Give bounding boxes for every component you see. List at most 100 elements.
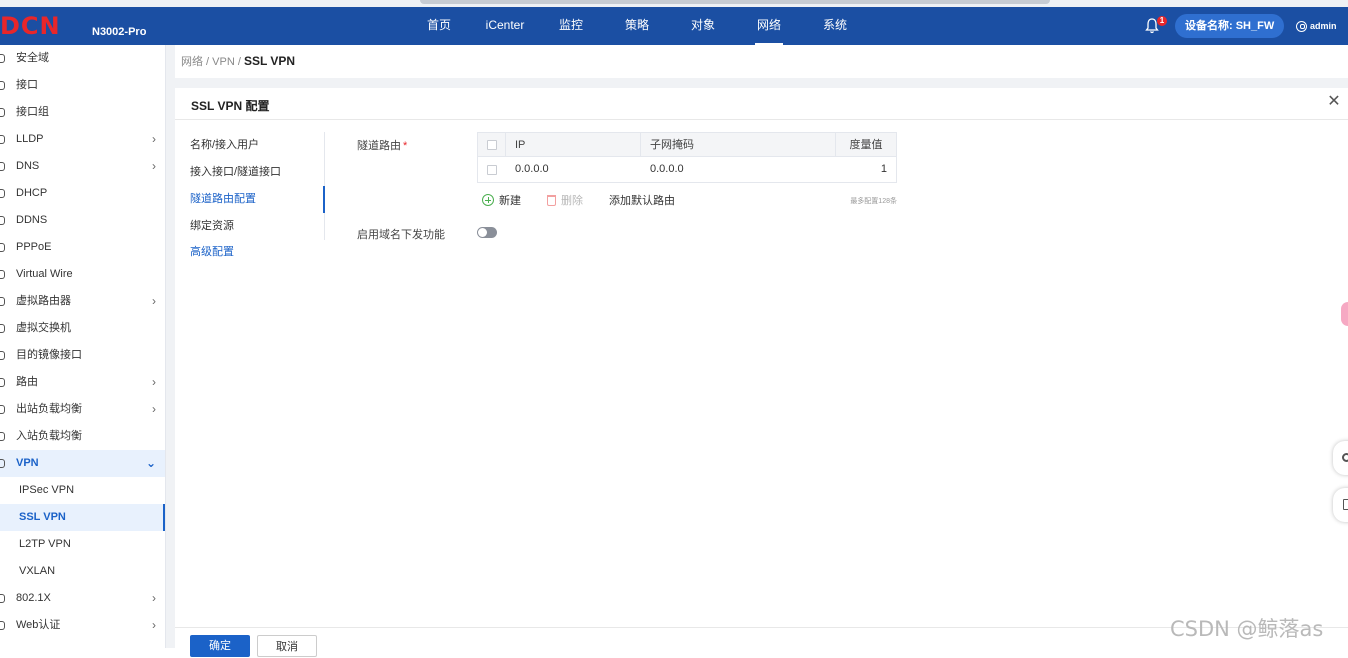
sidebar-item-label: 安全域 xyxy=(16,52,49,64)
confirm-button[interactable]: 确定 xyxy=(190,635,250,657)
browser-top-strip xyxy=(0,0,1348,7)
sidebar-item-lldp[interactable]: LLDP › xyxy=(0,126,165,153)
sidebar-item-virtual-wire[interactable]: Virtual Wire xyxy=(0,261,165,288)
config-steps: 名称/接入用户 接入接口/隧道接口 隧道路由配置 绑定资源 高级配置 xyxy=(175,132,325,264)
sidebar-item-routing[interactable]: 路由 › xyxy=(0,369,165,396)
menu-icon xyxy=(0,189,5,198)
sidebar-item-label: Web认证 xyxy=(16,619,61,631)
cell-metric: 1 xyxy=(880,163,887,175)
chevron-right-icon: › xyxy=(152,591,156,605)
sidebar-item-label: DDNS xyxy=(16,214,48,226)
service-icon xyxy=(1342,453,1348,462)
menu-icon xyxy=(0,297,5,306)
menu-icon xyxy=(0,621,5,630)
logo-text: DCN xyxy=(0,12,61,40)
floating-doc-button[interactable] xyxy=(1333,488,1348,522)
sidebar-item-dns[interactable]: DNS › xyxy=(0,153,165,180)
sidebar-item-label: LLDP xyxy=(16,133,44,145)
sidebar-item-label: 目的镜像接口 xyxy=(16,349,82,361)
plus-icon xyxy=(482,194,494,206)
sidebar-item-label: 虚拟交换机 xyxy=(16,322,71,334)
sidebar-item-8021x[interactable]: 802.1X › xyxy=(0,585,165,612)
table-header-row: IP 子网掩码 度量值 xyxy=(478,133,896,157)
menu-icon xyxy=(0,270,5,279)
nav-icenter[interactable]: iCenter xyxy=(472,7,538,45)
sidebar-item-label: DHCP xyxy=(16,187,48,199)
nav-objects[interactable]: 对象 xyxy=(670,7,736,45)
nav-policy[interactable]: 策略 xyxy=(604,7,670,45)
step-bind-resources[interactable]: 绑定资源 xyxy=(175,213,325,240)
chevron-down-icon: ⌄ xyxy=(145,456,156,470)
step-interfaces[interactable]: 接入接口/隧道接口 xyxy=(175,159,325,186)
menu-icon xyxy=(0,378,5,387)
sidebar-item-label: Virtual Wire xyxy=(16,268,73,280)
breadcrumb-parent[interactable]: 网络 / VPN / xyxy=(181,56,244,68)
chevron-right-icon: › xyxy=(152,159,156,173)
sidebar-item-interface[interactable]: 接口 xyxy=(0,72,165,99)
column-header-mask: 子网掩码 xyxy=(641,133,836,156)
sidebar-item-outbound-lb[interactable]: 出站负载均衡 › xyxy=(0,396,165,423)
menu-icon xyxy=(0,81,5,90)
sidebar-item-label: 虚拟路由器 xyxy=(16,295,71,307)
sidebar-item-virtual-router[interactable]: 虚拟路由器 › xyxy=(0,288,165,315)
select-all-checkbox[interactable] xyxy=(487,139,497,150)
menu-icon xyxy=(0,108,5,117)
sidebar: 安全域 接口 接口组 LLDP › DNS › DHCP DDNS PPPoE Vi… xyxy=(0,45,166,648)
floating-assistant-tab[interactable] xyxy=(1341,302,1348,326)
delete-route-label: 删除 xyxy=(561,195,583,207)
table-row[interactable]: 0.0.0.0 0.0.0.0 1 xyxy=(478,157,896,182)
sidebar-subitem-ipsec-vpn[interactable]: IPSec VPN xyxy=(0,477,165,504)
menu-icon xyxy=(0,162,5,171)
column-header-metric: 度量值 xyxy=(849,139,883,151)
sidebar-item-ddns[interactable]: DDNS xyxy=(0,207,165,234)
row-checkbox[interactable] xyxy=(487,164,497,175)
menu-icon xyxy=(0,351,5,360)
sidebar-item-security-zone[interactable]: 安全域 xyxy=(0,45,165,72)
sidebar-item-pppoe[interactable]: PPPoE xyxy=(0,234,165,261)
step-tunnel-route[interactable]: 隧道路由配置 xyxy=(175,186,325,213)
floating-service-button[interactable] xyxy=(1333,441,1348,475)
sidebar-item-web-auth[interactable]: Web认证 › xyxy=(0,612,165,639)
add-default-route-button[interactable]: 添加默认路由 xyxy=(609,192,675,208)
delete-route-button[interactable]: 删除 xyxy=(547,192,583,208)
advanced-config-link[interactable]: 高级配置 xyxy=(175,240,325,264)
domain-push-toggle[interactable] xyxy=(477,227,497,238)
step-name-users[interactable]: 名称/接入用户 xyxy=(175,132,325,159)
chevron-right-icon: › xyxy=(152,375,156,389)
watermark: CSDN @鲸落as xyxy=(1170,617,1324,641)
menu-icon xyxy=(0,216,5,225)
close-icon[interactable]: ✕ xyxy=(1326,94,1342,110)
sidebar-item-mirror-interface[interactable]: 目的镜像接口 xyxy=(0,342,165,369)
breadcrumb: 网络 / VPN / SSL VPN xyxy=(175,45,1348,78)
sidebar-item-label: 接口 xyxy=(16,79,38,91)
nav-home[interactable]: 首页 xyxy=(406,7,472,45)
sidebar-item-vpn[interactable]: VPN ⌄ xyxy=(0,450,165,477)
breadcrumb-current: SSL VPN xyxy=(243,54,296,68)
sidebar-subitem-l2tp-vpn[interactable]: L2TP VPN xyxy=(0,531,165,558)
device-name-pill[interactable]: 设备名称: SH_FW xyxy=(1175,14,1285,38)
chevron-right-icon: › xyxy=(152,402,156,416)
sidebar-subitem-vxlan[interactable]: VXLAN xyxy=(0,558,165,585)
sidebar-item-label: 路由 xyxy=(16,376,38,388)
panel-title: SSL VPN 配置 xyxy=(191,99,270,113)
nav-system[interactable]: 系统 xyxy=(802,7,868,45)
user-name: admin xyxy=(1310,21,1337,31)
nav-network[interactable]: 网络 xyxy=(736,7,802,45)
horizontal-scrollbar[interactable] xyxy=(420,0,1050,4)
sidebar-item-virtual-switch[interactable]: 虚拟交换机 xyxy=(0,315,165,342)
main-nav: 首页 iCenter 监控 策略 对象 网络 系统 xyxy=(406,7,868,45)
add-route-button[interactable]: 新建 xyxy=(482,192,521,208)
sidebar-item-inbound-lb[interactable]: 入站负载均衡 xyxy=(0,423,165,450)
menu-icon xyxy=(0,324,5,333)
sidebar-item-interface-group[interactable]: 接口组 xyxy=(0,99,165,126)
top-header: DCN N3002-Pro 首页 iCenter 监控 策略 对象 网络 系统 … xyxy=(0,7,1348,45)
menu-icon xyxy=(0,243,5,252)
cancel-button[interactable]: 取消 xyxy=(257,635,317,657)
menu-icon xyxy=(0,54,5,63)
sidebar-subitem-ssl-vpn[interactable]: SSL VPN xyxy=(0,504,165,531)
domain-push-label: 启用域名下发功能 xyxy=(357,229,445,241)
nav-monitor[interactable]: 监控 xyxy=(538,7,604,45)
sidebar-item-dhcp[interactable]: DHCP xyxy=(0,180,165,207)
content-gutter xyxy=(166,45,175,648)
user-menu[interactable]: admin xyxy=(1296,19,1337,33)
